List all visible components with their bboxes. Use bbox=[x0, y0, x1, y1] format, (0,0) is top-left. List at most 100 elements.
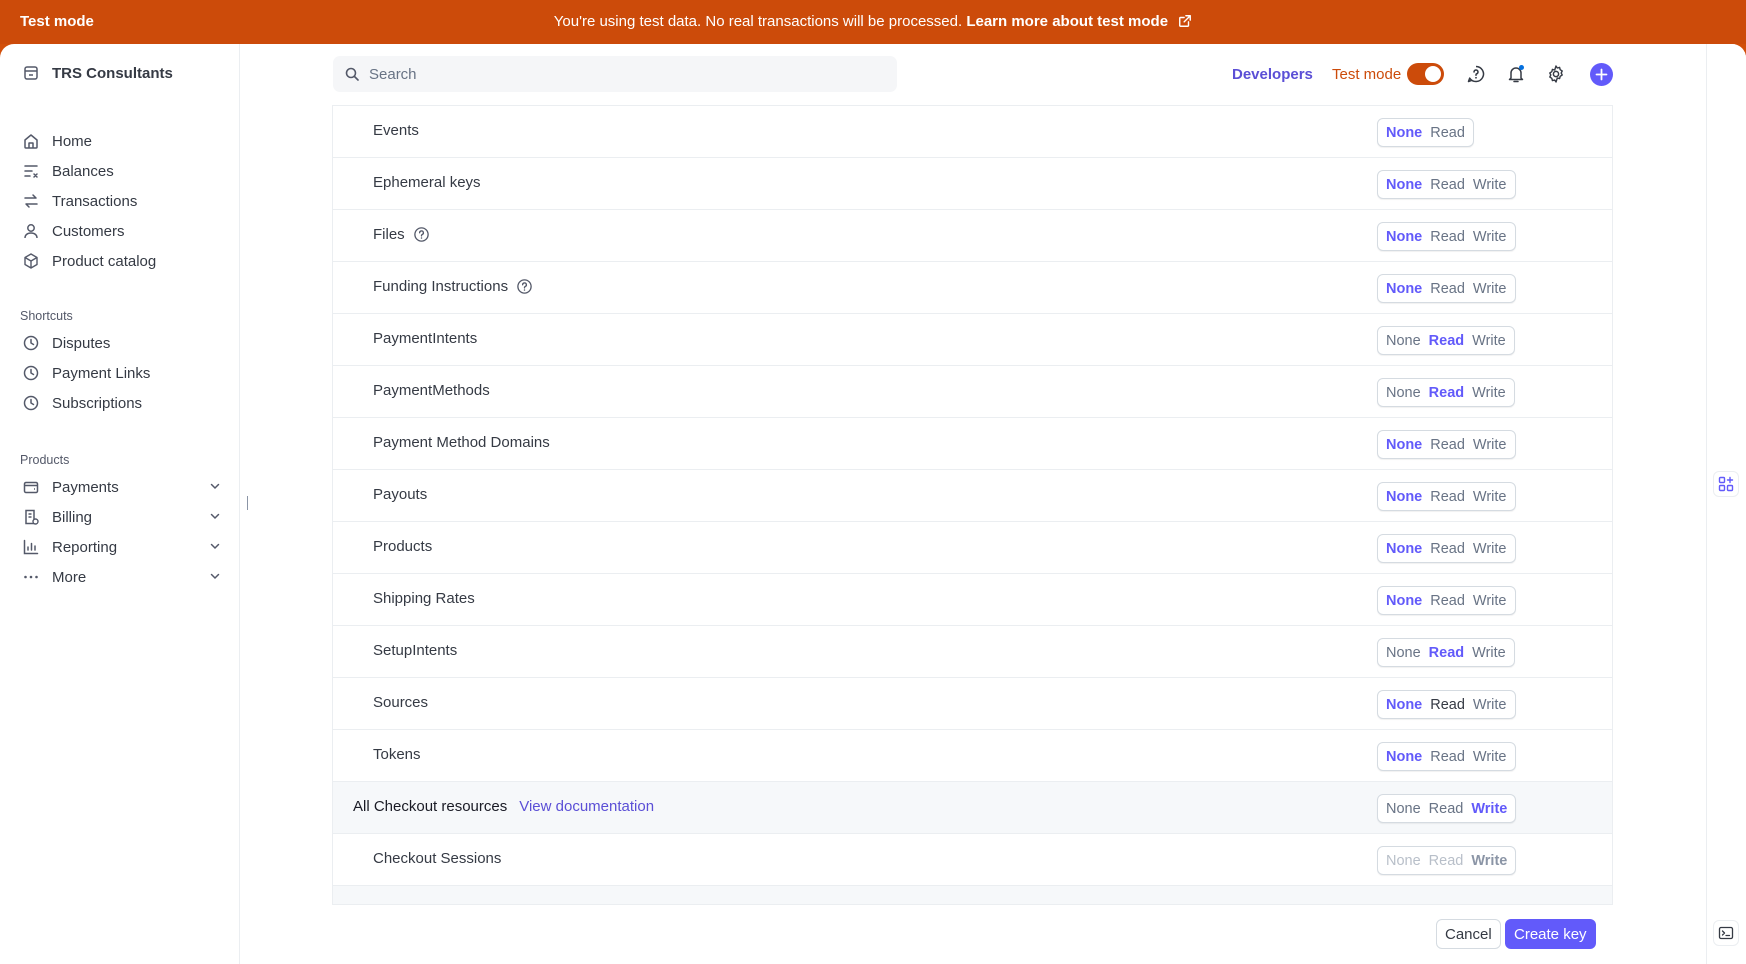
permission-option-write[interactable]: Write bbox=[1469, 489, 1511, 505]
permission-option-write[interactable]: Write bbox=[1469, 281, 1511, 297]
permission-option-write[interactable]: Write bbox=[1468, 385, 1510, 401]
sidebar-item-product-catalog[interactable]: Product catalog bbox=[22, 248, 222, 274]
help-circle-icon[interactable] bbox=[516, 278, 533, 295]
help-icon[interactable] bbox=[1466, 64, 1486, 84]
permission-option-read[interactable]: Read bbox=[1425, 645, 1468, 661]
help-circle-icon[interactable] bbox=[413, 226, 430, 243]
search-bar[interactable] bbox=[333, 56, 897, 92]
test-mode-toggle[interactable] bbox=[1407, 63, 1444, 85]
permission-option-write[interactable]: Write bbox=[1469, 593, 1511, 609]
sidebar-item-customers[interactable]: Customers bbox=[22, 218, 222, 244]
create-key-button[interactable]: Create key bbox=[1505, 919, 1596, 949]
permission-option-none[interactable]: None bbox=[1382, 645, 1425, 661]
cancel-button[interactable]: Cancel bbox=[1436, 919, 1501, 949]
sidebar-item-subscriptions[interactable]: Subscriptions bbox=[22, 390, 222, 416]
sidebar-item-disputes[interactable]: Disputes bbox=[22, 330, 222, 356]
view-documentation-link[interactable]: View documentation bbox=[519, 798, 654, 815]
permission-option-read[interactable]: Read bbox=[1426, 437, 1469, 453]
permission-segmented-control[interactable]: None Read Write bbox=[1377, 430, 1516, 459]
chevron-down-icon bbox=[210, 513, 220, 520]
permission-segmented-control[interactable]: None Read Write bbox=[1377, 378, 1515, 407]
permission-option-write[interactable]: Write bbox=[1467, 801, 1511, 817]
permission-segmented-control[interactable]: None Read Write bbox=[1377, 638, 1515, 667]
sidebar-resize-handle[interactable] bbox=[247, 496, 248, 510]
learn-more-link[interactable]: Learn more about test mode bbox=[966, 13, 1168, 30]
create-new-button[interactable] bbox=[1590, 63, 1613, 86]
permission-option-write[interactable]: Write bbox=[1469, 697, 1511, 713]
notifications-bell-icon[interactable] bbox=[1506, 64, 1526, 84]
permission-option-read[interactable]: Read bbox=[1426, 749, 1469, 765]
permission-segmented-control[interactable]: None Read Write bbox=[1377, 222, 1516, 251]
developers-link[interactable]: Developers bbox=[1232, 66, 1313, 83]
permission-option-none[interactable]: None bbox=[1382, 281, 1426, 297]
sidebar-item-payments[interactable]: Payments bbox=[22, 474, 222, 500]
permission-option-none[interactable]: None bbox=[1382, 229, 1426, 245]
permission-option-read[interactable]: Read bbox=[1426, 229, 1469, 245]
permission-option-write[interactable]: Write bbox=[1469, 541, 1511, 557]
permission-option-write[interactable]: Write bbox=[1468, 333, 1510, 349]
apps-button[interactable] bbox=[1713, 471, 1739, 497]
account-switcher[interactable]: TRS Consultants bbox=[22, 64, 173, 82]
permission-segmented-control: None Read Write bbox=[1377, 846, 1517, 875]
permission-segmented-control[interactable]: None Read Write bbox=[1377, 742, 1516, 771]
permission-segmented-control[interactable]: None Read Write bbox=[1377, 326, 1515, 355]
permission-option-read[interactable]: Read bbox=[1426, 281, 1469, 297]
permission-label: PaymentMethods bbox=[373, 382, 490, 399]
sidebar-item-more[interactable]: More bbox=[22, 564, 222, 590]
permission-row: Shipping Rates None Read Write bbox=[333, 574, 1612, 626]
shell-button[interactable] bbox=[1713, 920, 1739, 946]
clock-icon bbox=[23, 335, 39, 351]
permission-option-none[interactable]: None bbox=[1382, 749, 1426, 765]
permission-option-none[interactable]: None bbox=[1382, 437, 1426, 453]
permission-option-none[interactable]: None bbox=[1382, 125, 1426, 141]
permission-option-read[interactable]: Read bbox=[1425, 333, 1468, 349]
permission-option-write[interactable]: Write bbox=[1469, 177, 1511, 193]
permission-option-write[interactable]: Write bbox=[1469, 437, 1511, 453]
chart-icon bbox=[23, 539, 39, 555]
permission-segmented-control[interactable]: None Read Write bbox=[1377, 274, 1516, 303]
permission-option-read[interactable]: Read bbox=[1426, 541, 1469, 557]
sidebar-item-billing[interactable]: Billing bbox=[22, 504, 222, 530]
permission-option-read[interactable]: Read bbox=[1426, 697, 1469, 713]
permission-option-read[interactable]: Read bbox=[1426, 125, 1469, 141]
transactions-icon bbox=[24, 194, 38, 208]
gear-icon[interactable] bbox=[1546, 64, 1566, 84]
sidebar-item-payment-links[interactable]: Payment Links bbox=[22, 360, 222, 386]
permission-name: Files bbox=[373, 226, 405, 243]
permission-option-none[interactable]: None bbox=[1382, 177, 1426, 193]
permission-segmented-control[interactable]: None Read Write bbox=[1377, 690, 1516, 719]
sidebar-item-reporting[interactable]: Reporting bbox=[22, 534, 222, 560]
permission-label: Sources bbox=[373, 694, 428, 711]
permission-label: Events bbox=[373, 122, 419, 139]
sidebar-item-balances[interactable]: Balances bbox=[22, 158, 222, 184]
permission-option-none[interactable]: None bbox=[1382, 385, 1425, 401]
permissions-table: Events None Read Ephemeral keys None Read Writ… bbox=[332, 105, 1613, 964]
permission-option-none[interactable]: None bbox=[1382, 541, 1426, 557]
permission-option-write[interactable]: Write bbox=[1469, 749, 1511, 765]
permission-segmented-control[interactable]: None Read Write bbox=[1377, 482, 1516, 511]
permission-option-read[interactable]: Read bbox=[1425, 801, 1468, 817]
permission-option-none[interactable]: None bbox=[1382, 697, 1426, 713]
search-input[interactable] bbox=[369, 65, 849, 83]
permission-option-write[interactable]: Write bbox=[1469, 229, 1511, 245]
permission-option-read[interactable]: Read bbox=[1426, 489, 1469, 505]
permission-option-read[interactable]: Read bbox=[1426, 593, 1469, 609]
permission-option-read[interactable]: Read bbox=[1426, 177, 1469, 193]
permission-option-none[interactable]: None bbox=[1382, 801, 1425, 817]
sidebar-item-transactions[interactable]: Transactions bbox=[22, 188, 222, 214]
permission-segmented-control[interactable]: None Read Write bbox=[1377, 794, 1517, 823]
permission-row: Sources None Read Write bbox=[333, 678, 1612, 730]
account-name: TRS Consultants bbox=[52, 64, 173, 82]
permission-segmented-control[interactable]: None Read bbox=[1377, 118, 1474, 147]
permission-option-read[interactable]: Read bbox=[1425, 385, 1468, 401]
permission-option-write[interactable]: Write bbox=[1468, 645, 1510, 661]
sidebar-item-home[interactable]: Home bbox=[22, 128, 222, 154]
permission-segmented-control[interactable]: None Read Write bbox=[1377, 586, 1516, 615]
permission-label: SetupIntents bbox=[373, 642, 457, 659]
permission-segmented-control[interactable]: None Read Write bbox=[1377, 170, 1516, 199]
permission-option-none[interactable]: None bbox=[1382, 593, 1426, 609]
permission-row: PaymentMethods None Read Write bbox=[333, 366, 1612, 418]
permission-option-none[interactable]: None bbox=[1382, 489, 1426, 505]
permission-option-none[interactable]: None bbox=[1382, 333, 1425, 349]
permission-segmented-control[interactable]: None Read Write bbox=[1377, 534, 1516, 563]
